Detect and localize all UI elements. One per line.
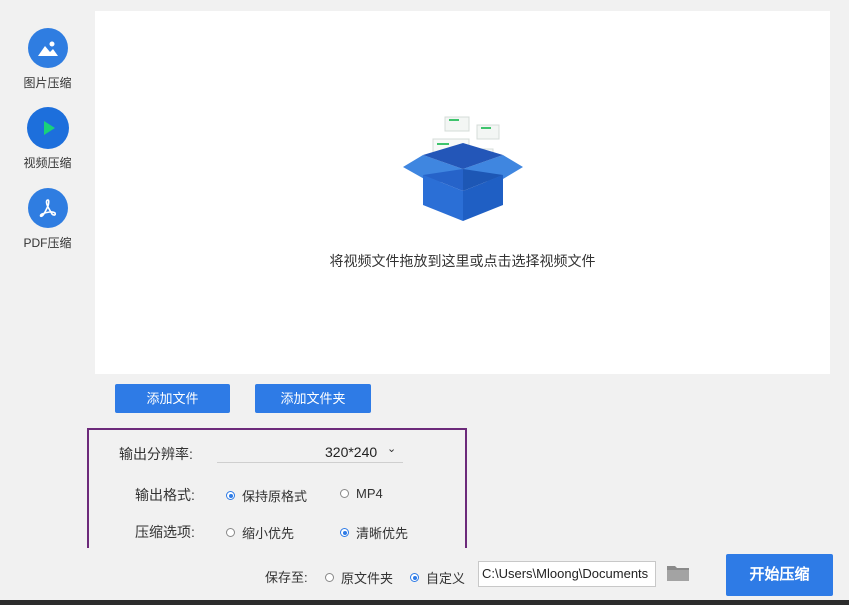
resolution-value: 320*240: [325, 444, 378, 460]
resolution-select[interactable]: 320*240 ⌄: [217, 443, 403, 463]
format-option-label: MP4: [356, 486, 383, 501]
sidebar-item-video-compress[interactable]: 视频压缩: [0, 108, 95, 171]
play-icon: [27, 108, 68, 148]
add-file-button[interactable]: 添加文件: [115, 384, 230, 413]
compress-option-quality[interactable]: 清晰优先: [340, 523, 408, 542]
image-icon: [27, 28, 68, 68]
radio-selected-icon: [340, 528, 349, 537]
format-option-label: 保持原格式: [242, 489, 308, 504]
radio-unselected-icon: [226, 528, 235, 537]
chevron-down-icon: ⌄: [387, 443, 397, 455]
pdf-icon: [27, 188, 68, 228]
radio-selected-icon: [226, 491, 235, 500]
open-box-icon: [403, 111, 525, 228]
format-option-original[interactable]: 保持原格式: [226, 486, 307, 505]
drop-hint-text: 将视频文件拖放到这里或点击选择视频文件: [329, 253, 596, 269]
radio-unselected-icon: [340, 489, 349, 498]
sidebar-item-label: PDF压缩: [23, 236, 72, 250]
start-compress-button[interactable]: 开始压缩: [726, 554, 833, 596]
folder-icon[interactable]: [666, 563, 690, 588]
bottom-bar: 保存至: 原文件夹 自定义 C:\Users\Mloong\Documents …: [0, 548, 849, 605]
sidebar-item-label: 视频压缩: [23, 156, 72, 170]
file-drop-zone[interactable]: 将视频文件拖放到这里或点击选择视频文件: [95, 11, 830, 374]
save-option-label: 自定义: [426, 571, 466, 586]
format-label: 输出格式:: [135, 487, 195, 503]
compress-option-label: 缩小优先: [242, 526, 295, 541]
add-folder-button[interactable]: 添加文件夹: [255, 384, 371, 413]
radio-selected-icon: [410, 573, 419, 582]
sidebar: 图片压缩 视频压缩 PDF压缩: [0, 0, 95, 548]
save-option-custom[interactable]: 自定义: [410, 568, 465, 587]
sidebar-item-label: 图片压缩: [23, 76, 72, 90]
save-option-label: 原文件夹: [341, 571, 394, 586]
save-option-original-folder[interactable]: 原文件夹: [325, 568, 393, 587]
save-path-input[interactable]: C:\Users\Mloong\Documents: [478, 561, 656, 587]
sidebar-item-image-compress[interactable]: 图片压缩: [0, 28, 95, 91]
sidebar-item-pdf-compress[interactable]: PDF压缩: [0, 188, 95, 251]
compress-label: 压缩选项:: [135, 524, 195, 540]
compress-option-label: 清晰优先: [356, 526, 409, 541]
format-option-mp4[interactable]: MP4: [340, 486, 383, 501]
resolution-label: 输出分辨率:: [119, 446, 193, 462]
taskbar-strip: [0, 600, 849, 605]
radio-unselected-icon: [325, 573, 334, 582]
output-options-panel: 输出分辨率: 320*240 ⌄ 输出格式: 保持原格式 MP4 压缩选项: 缩…: [87, 428, 467, 551]
compress-option-size[interactable]: 缩小优先: [226, 523, 294, 542]
save-to-label: 保存至:: [265, 570, 308, 585]
